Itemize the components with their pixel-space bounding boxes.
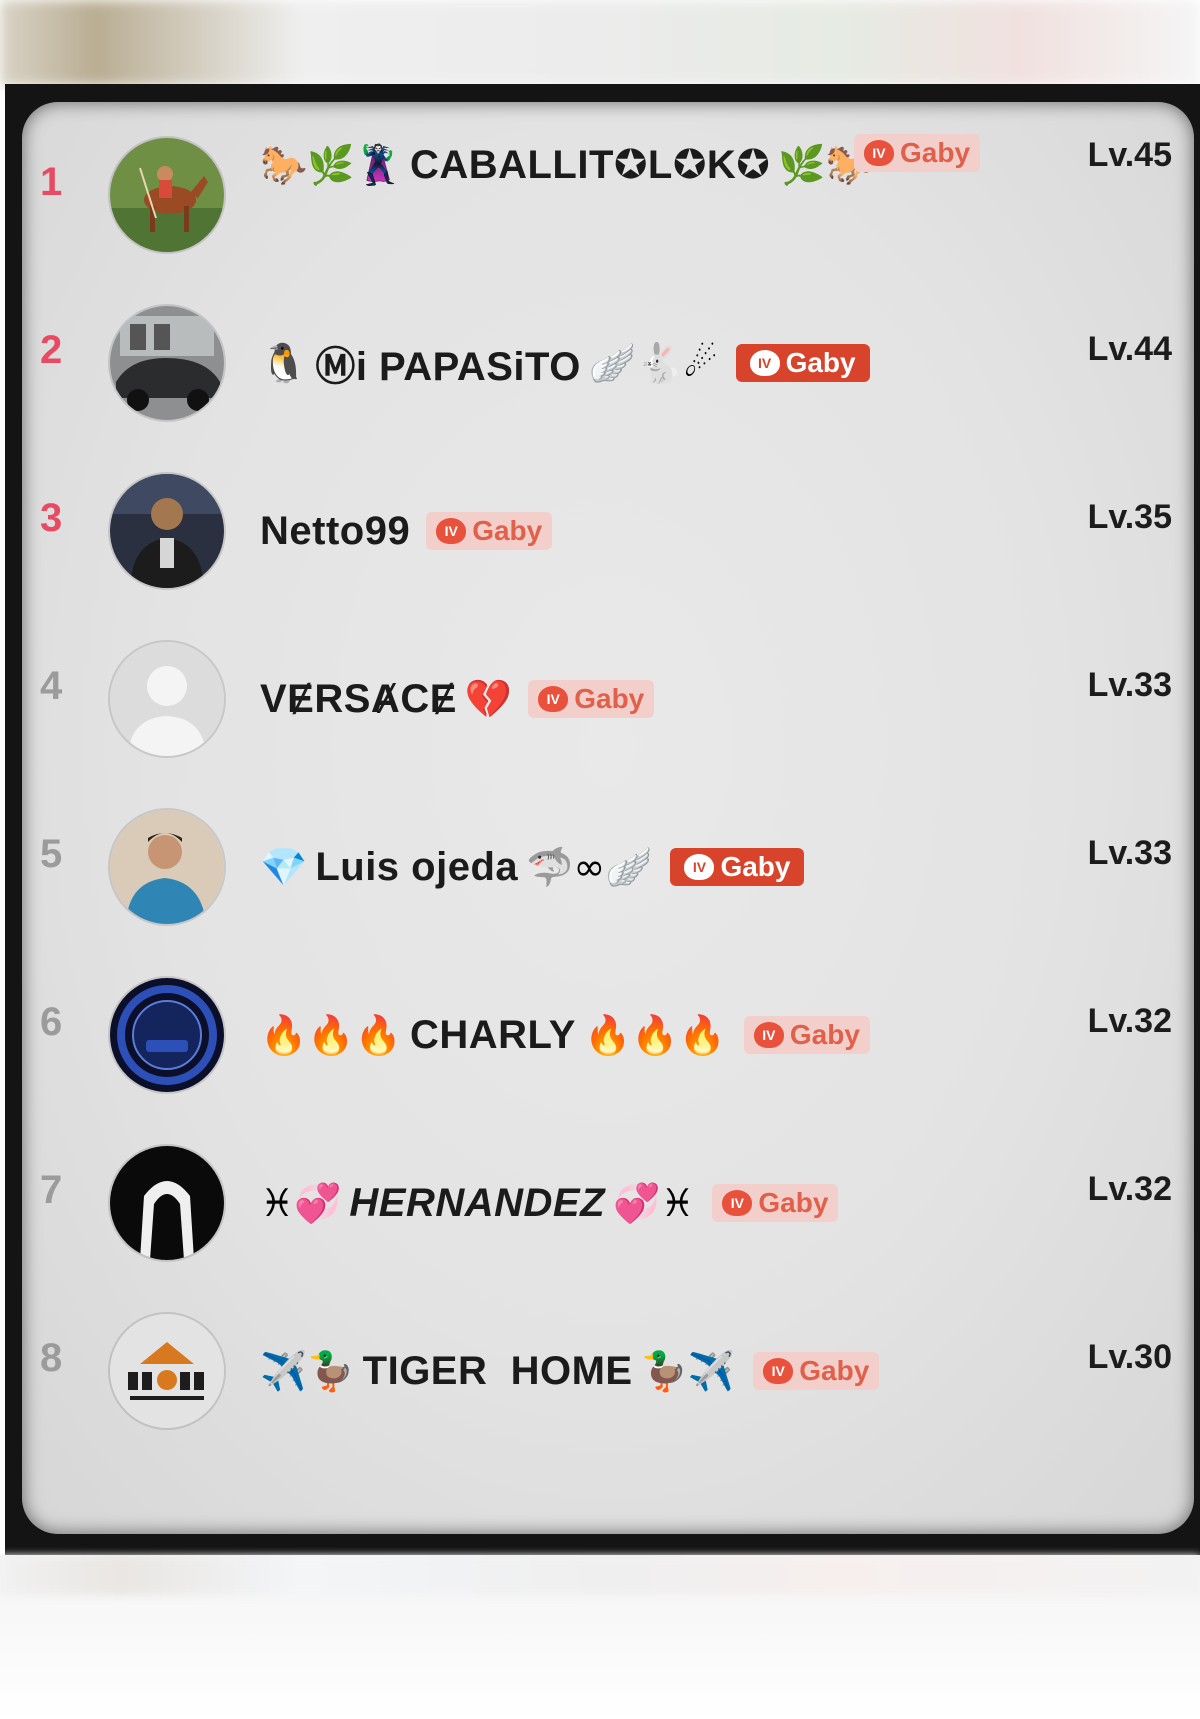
rank-number: 5: [40, 832, 63, 876]
heart-v-icon: IV: [684, 854, 715, 880]
username[interactable]: CABALLIT✪L✪K✪: [410, 142, 770, 188]
name-prefix-emoji: ♓💞: [260, 1180, 342, 1225]
level-label: Lv.32: [1087, 1170, 1172, 1208]
name-prefix-emoji: 💎: [260, 844, 308, 889]
level-label: Lv.30: [1087, 1338, 1172, 1376]
fan-club-badge[interactable]: IV Gaby: [735, 344, 870, 382]
fan-club-badge[interactable]: IV Gaby: [528, 680, 655, 718]
heart-v-icon: IV: [722, 1190, 753, 1216]
rank-number: 4: [40, 664, 63, 708]
username[interactable]: HERNANDEZ: [349, 1181, 605, 1226]
badge-label: Gaby: [799, 1355, 870, 1386]
name-prefix-emoji: 🔥🔥🔥: [260, 1012, 402, 1057]
hooded-figure-avatar-image: [110, 1146, 224, 1260]
username[interactable]: TIGER HOME: [363, 1349, 633, 1394]
leaderboard-row-4[interactable]: 4 VɆRSȺCɆ 💔 IV Gaby Lv.33: [22, 606, 1194, 790]
username-area: VɆRSȺCɆ 💔 IV Gaby: [260, 654, 655, 744]
badge-label: Gaby: [789, 1019, 860, 1050]
avatar[interactable]: [110, 642, 224, 756]
avatar[interactable]: [110, 474, 224, 588]
name-suffix-emoji: 🦈∞🪽: [526, 844, 653, 889]
badge-label: Gaby: [720, 851, 791, 882]
level-label: Lv.44: [1087, 330, 1172, 368]
username-area: ♓💞 HERNANDEZ 💞♓ IV Gaby: [260, 1158, 839, 1248]
badge-label: Gaby: [574, 683, 645, 714]
avatar[interactable]: [110, 138, 224, 252]
heart-v-icon: IV: [763, 1358, 794, 1384]
person-blue-shirt-avatar-image: [110, 810, 224, 924]
leaderboard-row-3[interactable]: 3 Netto99 IV Gaby Lv.35: [22, 438, 1194, 622]
rank-number: 2: [40, 328, 63, 372]
username-area: 🔥🔥🔥 CHARLY 🔥🔥🔥 IV Gaby: [260, 990, 870, 1080]
name-prefix-emoji: ✈️🦆: [260, 1348, 355, 1393]
heart-v-icon: IV: [864, 140, 894, 166]
leaderboard-row-6[interactable]: 6 🔥🔥🔥 CHARLY 🔥🔥🔥 IV Gaby Lv.32: [22, 942, 1194, 1126]
fan-club-badge[interactable]: IV Gaby: [670, 848, 805, 886]
leaderboard-row-8[interactable]: 8 ✈️🦆 TIGER HOME 🦆✈️ IV Gaby Lv.30: [22, 1278, 1194, 1462]
name-prefix-emoji: 🐧: [260, 340, 308, 385]
leaderboard-row-2[interactable]: 2 🐧 Ⓜi PAPASiTO 🪽🐇☄ IV Gaby Lv.44: [22, 270, 1194, 454]
badge-label: Gaby: [785, 347, 856, 378]
background-blur-bottom: [0, 1555, 1200, 1719]
avatar[interactable]: [110, 1314, 224, 1428]
fan-club-badge[interactable]: IV Gaby: [743, 1016, 870, 1054]
username-area: 🐎🌿🦹 CABALLIT✪L✪K✪ 🌿🐎: [260, 120, 873, 210]
tiger-logo-avatar-image: [110, 1314, 224, 1428]
leaderboard-row-5[interactable]: 5 💎 Luis ojeda 🦈∞🪽 IV Gaby Lv.33: [22, 774, 1194, 958]
heart-v-icon: IV: [538, 686, 569, 712]
person-avatar-image: [110, 474, 224, 588]
level-label: Lv.35: [1087, 498, 1172, 536]
fan-club-badge[interactable]: IV Gaby: [753, 1352, 880, 1390]
level-label: Lv.45: [1087, 136, 1172, 174]
heart-v-icon: IV: [753, 1022, 784, 1048]
rank-number: 7: [40, 1168, 63, 1212]
badge-label: Gaby: [472, 515, 543, 546]
level-label: Lv.33: [1087, 666, 1172, 704]
fan-badge-container: IV Gaby: [854, 134, 981, 172]
avatar[interactable]: [110, 810, 224, 924]
username[interactable]: Ⓜi PAPASiTO: [315, 334, 581, 392]
fan-club-badge[interactable]: IV Gaby: [854, 134, 981, 172]
car-avatar-image: [110, 306, 224, 420]
username-area: 💎 Luis ojeda 🦈∞🪽 IV Gaby: [260, 822, 805, 912]
name-suffix-emoji: 🦆✈️: [640, 1348, 736, 1393]
leaderboard-row-7[interactable]: 7 ♓💞 HERNANDEZ 💞♓ IV Gaby Lv.32: [22, 1110, 1194, 1294]
name-suffix-emoji: 🪽🐇☄: [588, 340, 718, 385]
badge-label: Gaby: [758, 1187, 829, 1218]
leaderboard-row-1[interactable]: 1 🐎🌿🦹 CABALLIT✪L✪K✪ 🌿🐎 IV Gaby Lv.45: [22, 102, 1194, 286]
heart-v-icon: IV: [749, 350, 780, 376]
level-label: Lv.33: [1087, 834, 1172, 872]
username[interactable]: CHARLY: [410, 1013, 576, 1058]
background-blur-top: [0, 0, 1200, 86]
fan-club-badge[interactable]: IV Gaby: [712, 1184, 839, 1222]
avatar[interactable]: [110, 978, 224, 1092]
username[interactable]: Luis ojeda: [315, 845, 518, 890]
leaderboard-panel: 1 🐎🌿🦹 CABALLIT✪L✪K✪ 🌿🐎 IV Gaby Lv.45 2 🐧…: [22, 102, 1194, 1534]
username-area: Netto99 IV Gaby: [260, 486, 553, 576]
horse-rider-avatar-image: [110, 138, 224, 252]
username-area: 🐧 Ⓜi PAPASiTO 🪽🐇☄ IV Gaby: [260, 318, 870, 408]
rank-number: 8: [40, 1336, 63, 1380]
name-suffix-emoji: 💞♓: [613, 1180, 695, 1225]
charly-logo-avatar-image: [110, 978, 224, 1092]
level-label: Lv.32: [1087, 1002, 1172, 1040]
rank-number: 3: [40, 496, 63, 540]
username-area: ✈️🦆 TIGER HOME 🦆✈️ IV Gaby: [260, 1326, 880, 1416]
fan-club-badge[interactable]: IV Gaby: [426, 512, 553, 550]
avatar[interactable]: [110, 306, 224, 420]
username[interactable]: VɆRSȺCɆ: [260, 677, 457, 722]
rank-number: 6: [40, 1000, 63, 1044]
rank-number: 1: [40, 160, 63, 204]
name-suffix-emoji: 🔥🔥🔥: [583, 1012, 726, 1057]
username[interactable]: Netto99: [260, 509, 410, 554]
default-avatar-image: [110, 642, 224, 756]
name-prefix-emoji: 🐎🌿🦹: [260, 142, 402, 187]
badge-label: Gaby: [900, 137, 971, 168]
name-suffix-emoji: 💔: [464, 676, 513, 721]
avatar[interactable]: [110, 1146, 224, 1260]
heart-v-icon: IV: [436, 518, 467, 544]
